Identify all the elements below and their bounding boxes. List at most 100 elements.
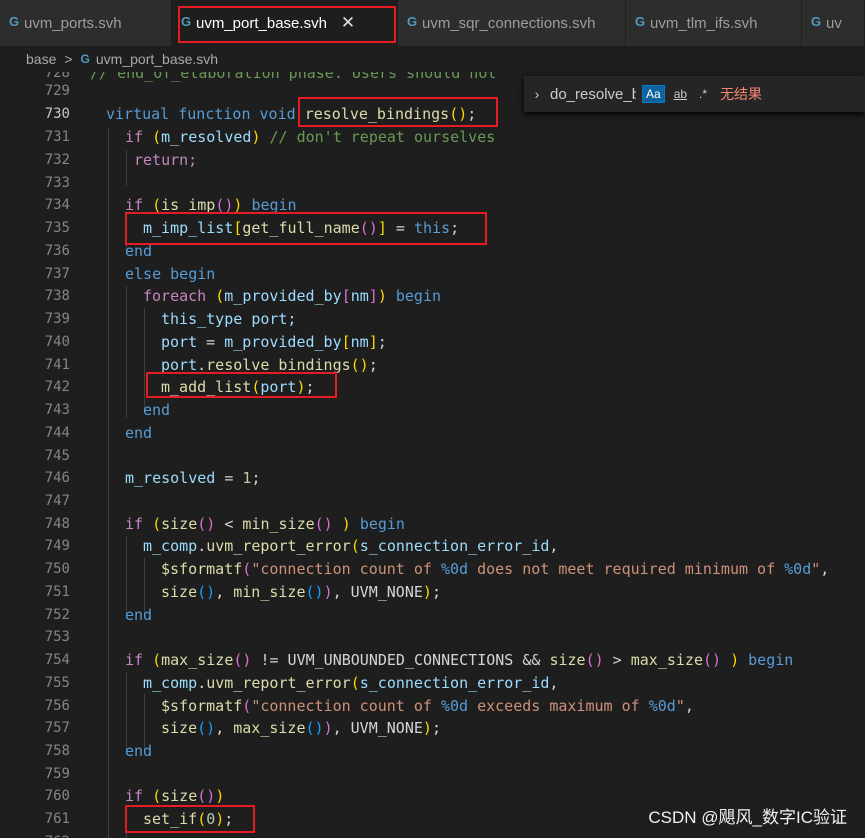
line-number: 745 — [44, 448, 70, 464]
token: foreach — [143, 287, 207, 305]
token: . — [197, 537, 207, 555]
breadcrumb-folder[interactable]: base — [26, 51, 56, 67]
line-number: 756 — [44, 698, 70, 714]
token: > — [603, 651, 631, 669]
code-editor[interactable]: 728 729 730 731 732 733 734 735 736 737 738 739 740 7… — [0, 72, 865, 838]
svh-file-icon: G — [80, 52, 90, 66]
token: ) — [251, 128, 261, 146]
indent-guide — [126, 150, 127, 186]
token: min_size — [233, 583, 306, 601]
line-number: 759 — [44, 766, 70, 782]
line-number: 753 — [44, 629, 70, 645]
token: ; — [251, 469, 261, 487]
indent-guide — [108, 128, 109, 838]
token: ] — [368, 333, 378, 351]
token: size — [161, 787, 198, 805]
token: if — [125, 651, 144, 669]
token: size — [161, 515, 198, 533]
code-line-738: foreach (m_provided_by[nm]) begin — [143, 287, 441, 305]
token: ( — [242, 697, 252, 715]
token: $sformatf — [161, 697, 243, 715]
highlight-box-imp-list — [125, 212, 487, 245]
code-line-731: if (m_resolved) // don't repeat ourselve… — [125, 128, 495, 146]
token: this_type — [161, 310, 243, 328]
token: () — [702, 651, 722, 669]
token: ; — [368, 356, 378, 374]
code-line-743: end — [143, 401, 171, 419]
line-number: 754 — [44, 652, 70, 668]
find-input[interactable]: do_resolve_b — [550, 86, 636, 103]
code-line-737: else begin — [125, 265, 216, 283]
code-line-732: return; — [134, 151, 198, 169]
token: $sformatf — [161, 560, 243, 578]
match-case-toggle[interactable]: Aa — [642, 85, 665, 103]
token: ( — [152, 787, 162, 805]
line-number: 743 — [44, 402, 70, 418]
token: () — [305, 719, 324, 737]
tab-overflow[interactable]: G uv — [802, 0, 865, 46]
svh-file-icon: G — [407, 14, 418, 29]
line-number: 750 — [44, 561, 70, 577]
tab-label: uvm_sqr_connections.svh — [422, 14, 596, 32]
token: virtual — [106, 105, 170, 123]
svh-file-icon: G — [635, 14, 646, 29]
token: () — [585, 651, 604, 669]
token: ) — [422, 719, 432, 737]
find-result-status: 无结果 — [720, 86, 763, 102]
token: nm — [350, 333, 369, 351]
token: , — [215, 583, 234, 601]
line-number: 739 — [44, 311, 70, 327]
token: m_provided_by — [224, 333, 342, 351]
token: size — [161, 719, 198, 737]
code-line-751: size(), min_size()), UVM_NONE); — [161, 583, 441, 601]
token: != UVM_UNBOUNDED_CONNECTIONS && — [251, 651, 550, 669]
line-number: 751 — [44, 584, 70, 600]
token: function — [178, 105, 251, 123]
indent-guide — [144, 308, 145, 412]
line-number: 755 — [44, 675, 70, 691]
token: %0d — [440, 560, 469, 578]
line-number: 749 — [44, 538, 70, 554]
token: ) — [332, 515, 360, 533]
regex-toggle[interactable]: .* — [696, 86, 710, 102]
token: ( — [350, 674, 360, 692]
token: , — [549, 674, 559, 692]
token: m_comp — [143, 537, 198, 555]
token: ( — [152, 128, 162, 146]
token: if — [125, 128, 144, 146]
token: [ — [341, 333, 351, 351]
code-line-744: end — [125, 424, 153, 442]
line-number: 757 — [44, 720, 70, 736]
token: ( — [152, 651, 162, 669]
token: () — [305, 583, 324, 601]
tab-uvm-tlm-ifs[interactable]: G uvm_tlm_ifs.svh — [626, 0, 802, 46]
token: exceeds maximum of — [468, 697, 649, 715]
token: () — [350, 356, 369, 374]
token: ) — [422, 583, 432, 601]
token: () — [197, 787, 216, 805]
token: max_size — [233, 719, 306, 737]
token: m_resolved — [161, 128, 252, 146]
code-line-750: $sformatf("connection count of %0d does … — [161, 560, 829, 578]
token: [ — [341, 287, 351, 305]
chevron-right-icon[interactable]: › — [524, 86, 550, 102]
token: max_size — [161, 651, 234, 669]
breadcrumb-file[interactable]: uvm_port_base.svh — [96, 51, 218, 67]
token: = — [197, 333, 225, 351]
token: ; — [431, 583, 441, 601]
token: ] — [368, 287, 378, 305]
tab-uvm-sqr-connections[interactable]: G uvm_sqr_connections.svh — [398, 0, 626, 46]
token: < — [215, 515, 243, 533]
token: ( — [152, 515, 162, 533]
line-number: 761 — [44, 811, 70, 827]
token: () — [197, 583, 216, 601]
tab-label: uvm_tlm_ifs.svh — [650, 14, 758, 32]
breadcrumb-separator: > — [64, 51, 73, 67]
tab-uvm-ports[interactable]: G uvm_ports.svh — [0, 0, 172, 46]
whole-word-toggle[interactable]: ab — [671, 86, 690, 102]
code-line-748: if (size() < min_size() ) begin — [125, 515, 405, 533]
token: "connection count of — [251, 560, 441, 578]
watermark: CSDN @飓风_数字IC验证 — [648, 808, 847, 827]
svh-file-icon: G — [9, 14, 20, 29]
line-number: 747 — [44, 493, 70, 509]
